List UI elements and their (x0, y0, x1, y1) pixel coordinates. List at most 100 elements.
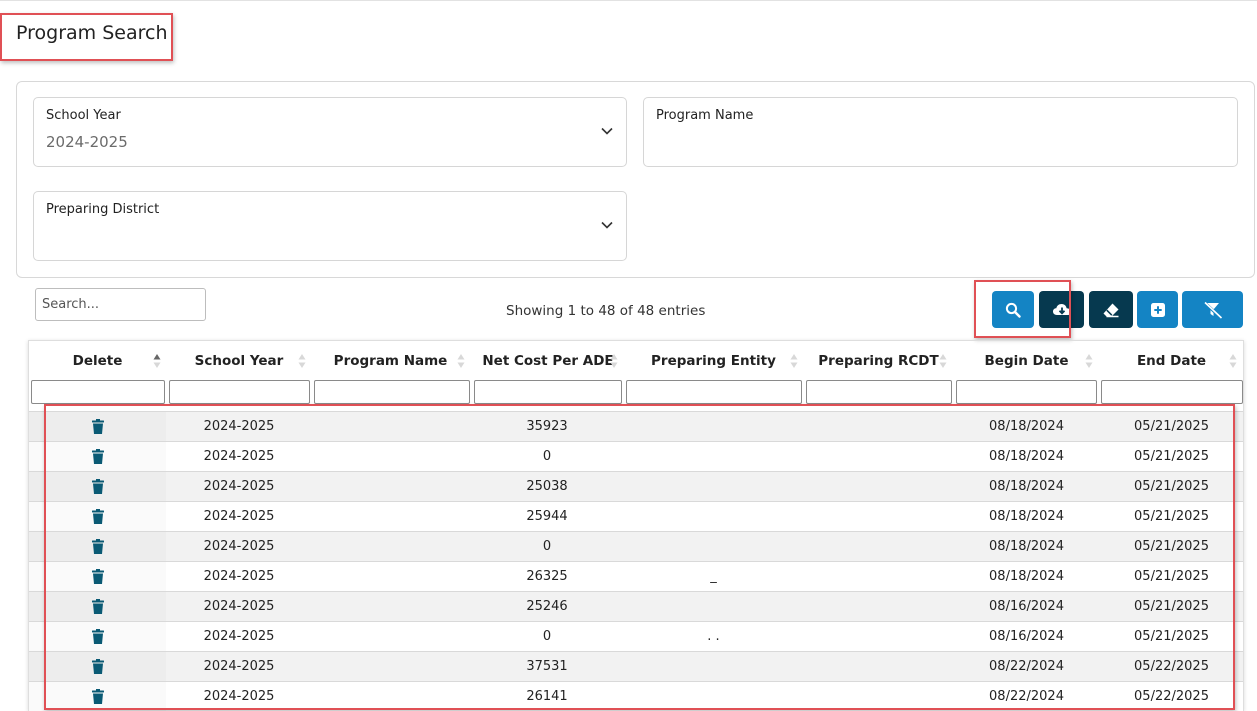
column-header-program-name[interactable]: Program Name (312, 353, 469, 369)
net-cost-cell: 25246 (526, 599, 568, 614)
preparing-district-select[interactable]: Preparing District (33, 191, 627, 261)
export-button[interactable] (1039, 291, 1084, 328)
plus-square-icon (1150, 302, 1165, 317)
column-filter-school-year[interactable] (169, 380, 310, 404)
eraser-icon (1103, 303, 1119, 317)
begin-date-cell: 08/22/2024 (989, 659, 1064, 674)
column-header-begin-date[interactable]: Begin Date (955, 353, 1098, 369)
begin-date-cell: 08/18/2024 (989, 479, 1064, 494)
school-year-value: 2024-2025 (46, 133, 128, 151)
column-header-preparing-entity[interactable]: Preparing Entity (625, 353, 802, 369)
school-year-cell: 2024-2025 (203, 689, 275, 704)
begin-date-cell: 08/18/2024 (989, 539, 1064, 554)
column-filter-program-name[interactable] (314, 380, 470, 404)
begin-date-cell: 08/16/2024 (989, 599, 1064, 614)
school-year-cell: 2024-2025 (203, 539, 275, 554)
school-year-cell: 2024-2025 (203, 479, 275, 494)
column-header-preparing-rcdt[interactable]: Preparing RCDT (805, 353, 952, 369)
end-date-cell: 05/21/2025 (1134, 599, 1209, 614)
net-cost-cell: 26325 (526, 569, 568, 584)
sort-asc-icon[interactable] (153, 352, 161, 370)
sort-icon[interactable] (939, 352, 947, 370)
preparing-district-label: Preparing District (46, 202, 160, 217)
end-date-cell: 05/22/2025 (1134, 659, 1209, 674)
net-cost-cell: 26141 (526, 689, 568, 704)
school-year-cell: 2024-2025 (203, 629, 275, 644)
sort-icon[interactable] (610, 352, 618, 370)
sort-icon[interactable] (1229, 352, 1237, 370)
trash-icon[interactable] (92, 599, 104, 614)
column-filter-preparing-rcdt[interactable] (806, 380, 952, 404)
column-filter-begin-date[interactable] (956, 380, 1097, 404)
sort-icon[interactable] (790, 352, 798, 370)
search-icon (1005, 302, 1021, 318)
program-name-label: Program Name (656, 108, 754, 123)
column-header-end-date[interactable]: End Date (1100, 353, 1243, 369)
end-date-cell: 05/21/2025 (1134, 419, 1209, 434)
clear-button[interactable] (1089, 291, 1133, 328)
school-year-cell: 2024-2025 (203, 449, 275, 464)
school-year-cell: 2024-2025 (203, 599, 275, 614)
net-cost-cell: 0 (542, 539, 552, 554)
table-row: 2024-2025 25038 08/18/2024 05/21/2025 (29, 471, 1243, 501)
trash-icon[interactable] (92, 479, 104, 494)
end-date-cell: 05/21/2025 (1134, 569, 1209, 584)
page-title: Program Search (16, 22, 168, 44)
trash-icon[interactable] (92, 509, 104, 524)
table-row: 2024-2025 0 08/18/2024 05/21/2025 (29, 441, 1243, 471)
sort-icon[interactable] (457, 352, 465, 370)
sort-icon[interactable] (1085, 352, 1093, 370)
school-year-cell: 2024-2025 (203, 419, 275, 434)
column-filter-net-cost[interactable] (474, 380, 622, 404)
net-cost-cell: 0 (542, 629, 552, 644)
column-filter-preparing-entity[interactable] (626, 380, 802, 404)
table-row: 2024-2025 0 . . 08/16/2024 05/21/2025 (29, 621, 1243, 651)
entries-info: Showing 1 to 48 of 48 entries (506, 303, 706, 319)
end-date-cell: 05/22/2025 (1134, 689, 1209, 704)
school-year-cell: 2024-2025 (203, 569, 275, 584)
school-year-label: School Year (46, 108, 121, 123)
net-cost-cell: 0 (542, 449, 552, 464)
begin-date-cell: 08/22/2024 (989, 689, 1064, 704)
cloud-download-icon (1052, 303, 1071, 315)
begin-date-cell: 08/16/2024 (989, 629, 1064, 644)
trash-icon[interactable] (92, 569, 104, 584)
net-cost-cell: 35923 (526, 419, 568, 434)
column-header-delete[interactable]: Delete (29, 353, 166, 369)
table-row: 2024-2025 25246 08/16/2024 05/21/2025 (29, 591, 1243, 621)
table-row: 2024-2025 25944 08/18/2024 05/21/2025 (29, 501, 1243, 531)
trash-icon[interactable] (92, 689, 104, 704)
begin-date-cell: 08/18/2024 (989, 569, 1064, 584)
column-filter-delete[interactable] (31, 380, 165, 404)
column-header-school-year[interactable]: School Year (167, 353, 311, 369)
table-search-input[interactable] (35, 288, 206, 321)
add-button[interactable] (1137, 291, 1178, 328)
program-name-field[interactable]: Program Name (643, 97, 1238, 167)
preparing-entity-cell: . . (707, 629, 720, 644)
column-header-net-cost[interactable]: Net Cost Per ADE (470, 353, 626, 369)
clear-filter-button[interactable] (1182, 291, 1243, 328)
programs-table: Delete School Year Program Name Net Cost… (28, 340, 1244, 711)
column-filter-end-date[interactable] (1101, 380, 1243, 404)
trash-icon[interactable] (92, 539, 104, 554)
search-button[interactable] (992, 291, 1034, 328)
preparing-entity-cell: _ (710, 569, 717, 584)
table-row: 2024-2025 37531 08/22/2024 05/22/2025 (29, 651, 1243, 681)
end-date-cell: 05/21/2025 (1134, 449, 1209, 464)
end-date-cell: 05/21/2025 (1134, 629, 1209, 644)
trash-icon[interactable] (92, 419, 104, 434)
begin-date-cell: 08/18/2024 (989, 419, 1064, 434)
school-year-select[interactable]: School Year 2024-2025 (33, 97, 627, 167)
net-cost-cell: 37531 (526, 659, 568, 674)
net-cost-cell: 25944 (526, 509, 568, 524)
trash-icon[interactable] (92, 629, 104, 644)
table-row: 2024-2025 26325 _ 08/18/2024 05/21/2025 (29, 561, 1243, 591)
end-date-cell: 05/21/2025 (1134, 539, 1209, 554)
filter-panel: School Year 2024-2025 Program Name Prepa… (16, 81, 1255, 278)
end-date-cell: 05/21/2025 (1134, 479, 1209, 494)
filter-clear-icon (1202, 300, 1222, 319)
begin-date-cell: 08/18/2024 (989, 449, 1064, 464)
sort-icon[interactable] (298, 352, 306, 370)
trash-icon[interactable] (92, 449, 104, 464)
trash-icon[interactable] (92, 659, 104, 674)
